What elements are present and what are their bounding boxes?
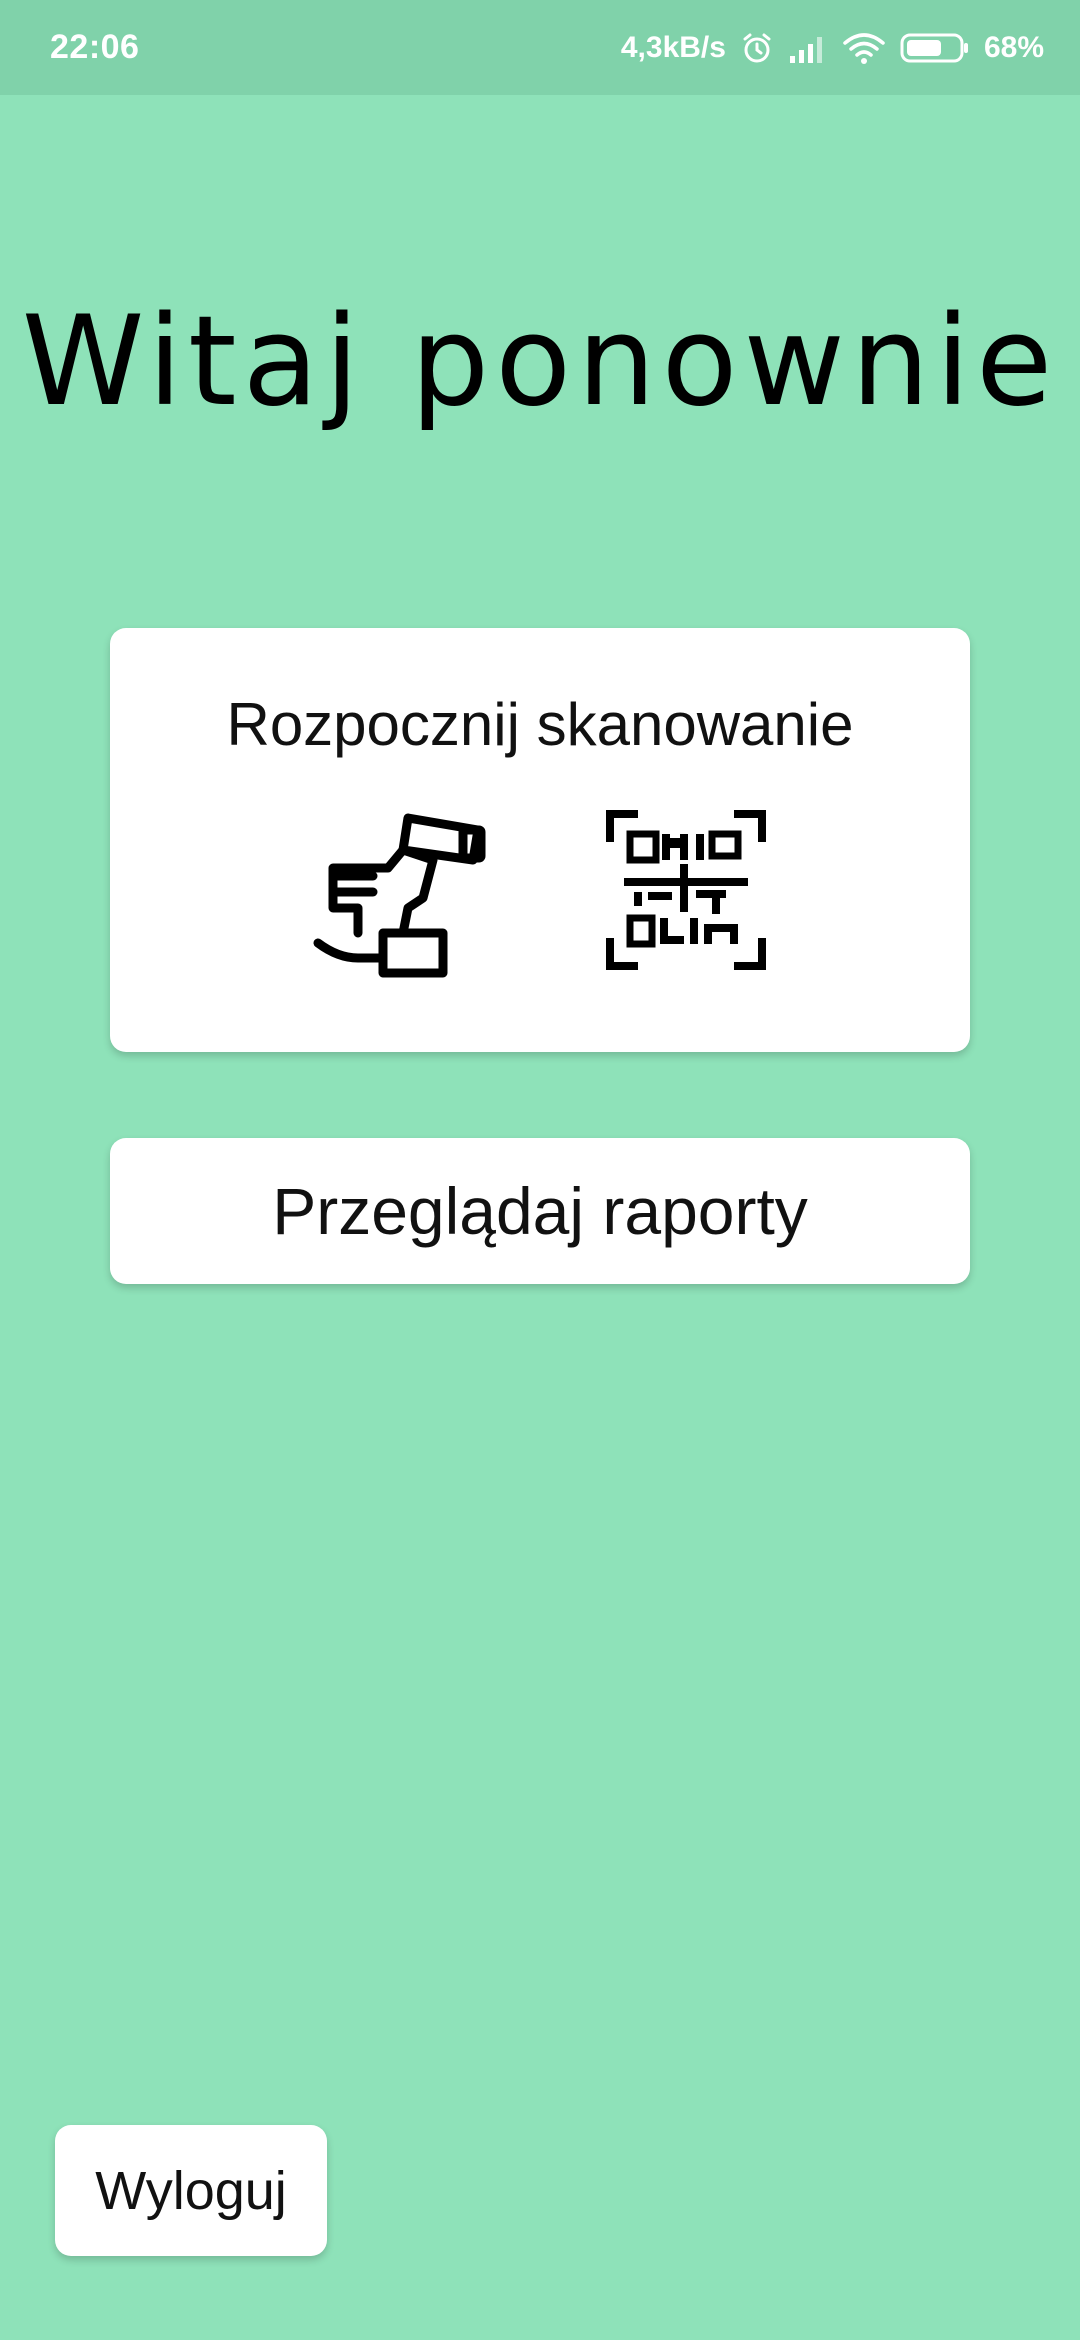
hand-scanner-icon (313, 808, 489, 988)
page-title: Witaj ponownie (21, 290, 1059, 434)
battery-percent: 68% (983, 31, 1044, 64)
signal-icon (788, 32, 828, 64)
scan-icons (110, 808, 970, 988)
browse-reports-button[interactable]: Przeglądaj raporty (110, 1138, 970, 1284)
browse-reports-label: Przeglądaj raporty (272, 1174, 808, 1248)
status-bar: 22:06 4,3kB/s 68% (0, 0, 1080, 95)
start-scanning-button[interactable]: Rozpocznij skanowanie (110, 628, 970, 1052)
logout-label: Wyloguj (95, 2160, 287, 2221)
wifi-icon (842, 31, 886, 65)
status-time: 22:06 (50, 28, 140, 66)
network-speed: 4,3kB/s (620, 31, 726, 64)
qr-code-icon (604, 808, 768, 988)
logout-button[interactable]: Wyloguj (55, 2125, 327, 2256)
alarm-icon (740, 31, 774, 65)
start-scanning-label: Rozpocznij skanowanie (226, 691, 854, 758)
status-icons: 4,3kB/s 68% (621, 22, 1044, 74)
battery-icon (900, 32, 970, 64)
